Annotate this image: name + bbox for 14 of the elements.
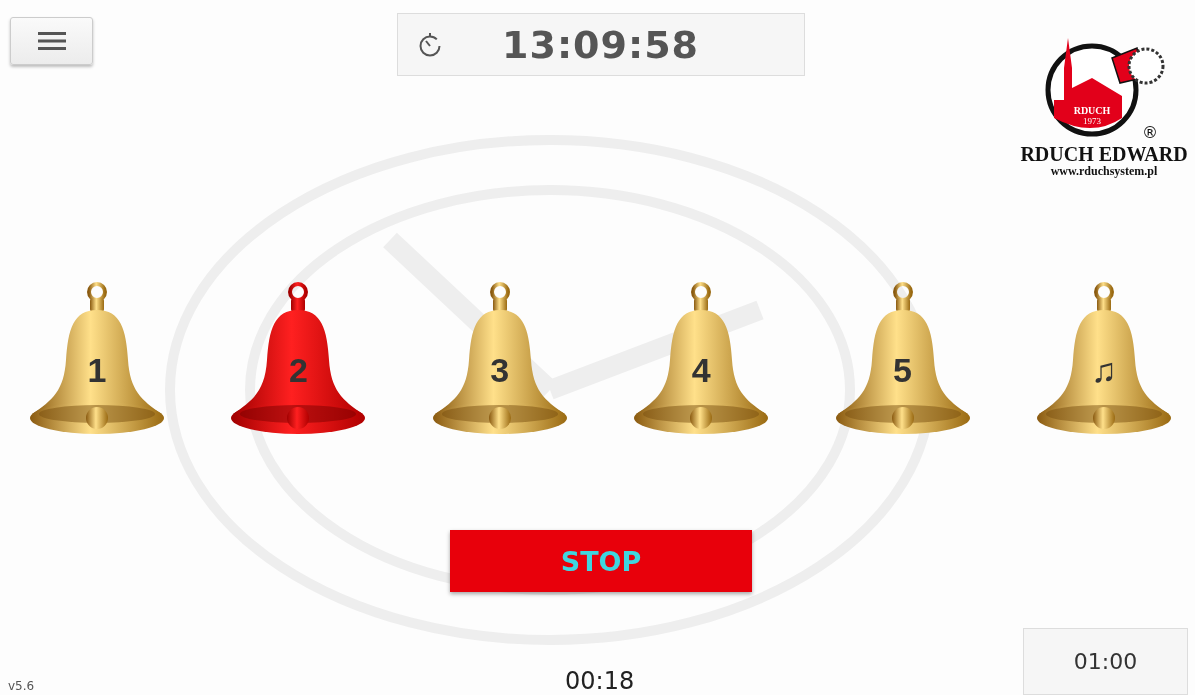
menu-button[interactable] (10, 17, 93, 65)
bell-button[interactable]: 4 (632, 280, 771, 440)
company-name: RDUCH EDWARD (1020, 144, 1188, 164)
bell-button[interactable]: 5 (833, 280, 972, 440)
bell-button[interactable]: 3 (430, 280, 569, 440)
bell-button[interactable]: ♫ (1034, 280, 1173, 440)
duration-time: 01:00 (1073, 649, 1138, 674)
clock-time: 13:09:58 (502, 22, 700, 67)
timer-icon (418, 31, 442, 58)
company-website: www.rduchsystem.pl (1050, 164, 1158, 179)
bell-button[interactable]: 1 (28, 280, 166, 440)
menu-icon (37, 31, 66, 51)
version-label: v5.6 (8, 679, 36, 693)
elapsed-time: 00:18 (565, 667, 636, 695)
